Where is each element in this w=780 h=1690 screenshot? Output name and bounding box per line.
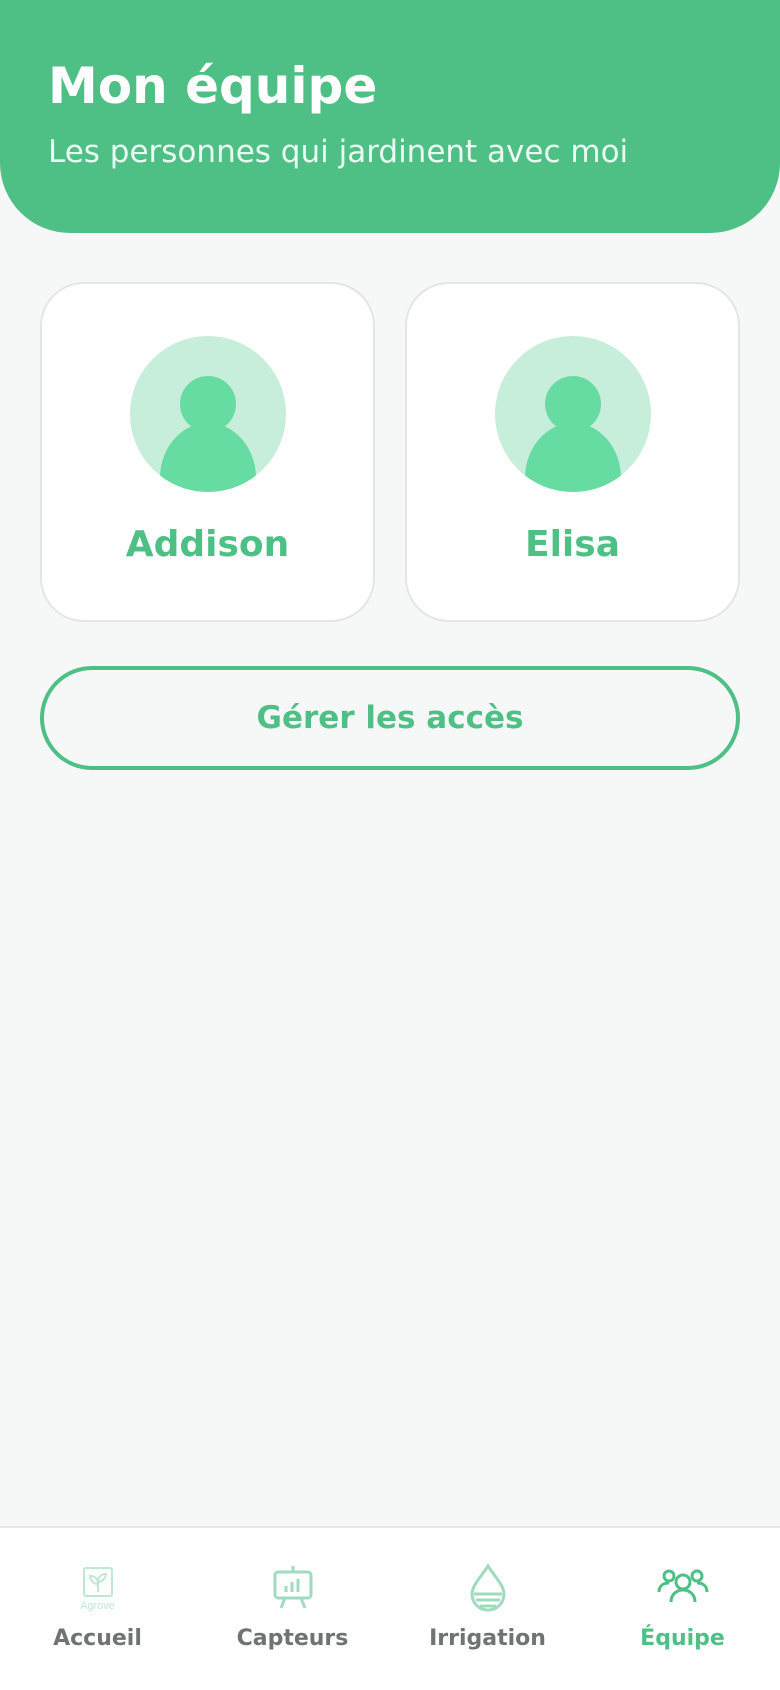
page-title: Mon équipe <box>48 57 378 115</box>
nav-label-equipe: Équipe <box>640 1626 725 1651</box>
user-avatar-icon <box>494 336 651 492</box>
team-members-grid: Addison Elisa <box>40 282 740 622</box>
nav-item-equipe[interactable]: Équipe <box>585 1528 780 1690</box>
member-name: Addison <box>125 524 290 565</box>
bottom-navigation: Agrove Accueil Capteurs Irrigation Équip… <box>0 1526 780 1690</box>
nav-item-capteurs[interactable]: Capteurs <box>195 1528 390 1690</box>
nav-label-irrigation: Irrigation <box>429 1626 546 1651</box>
agrove-logo-text: Agrove <box>80 1600 115 1612</box>
sensor-chart-icon <box>273 1566 312 1609</box>
member-card-elisa[interactable]: Elisa <box>405 282 740 622</box>
nav-label-accueil: Accueil <box>53 1626 142 1651</box>
user-avatar-icon <box>129 336 286 492</box>
nav-item-accueil[interactable]: Agrove Accueil <box>0 1528 195 1690</box>
water-drop-icon <box>469 1563 506 1612</box>
nav-label-capteurs: Capteurs <box>236 1626 349 1651</box>
team-page: Mon équipe Les personnes qui jardinent a… <box>0 0 780 1690</box>
nav-item-irrigation[interactable]: Irrigation <box>390 1528 585 1690</box>
page-subtitle: Les personnes qui jardinent avec moi <box>48 134 629 170</box>
member-card-addison[interactable]: Addison <box>40 282 375 622</box>
team-icon <box>657 1569 708 1603</box>
member-name: Elisa <box>525 524 620 565</box>
page-header: Mon équipe Les personnes qui jardinent a… <box>0 0 780 233</box>
manage-access-button[interactable]: Gérer les accès <box>40 666 740 770</box>
